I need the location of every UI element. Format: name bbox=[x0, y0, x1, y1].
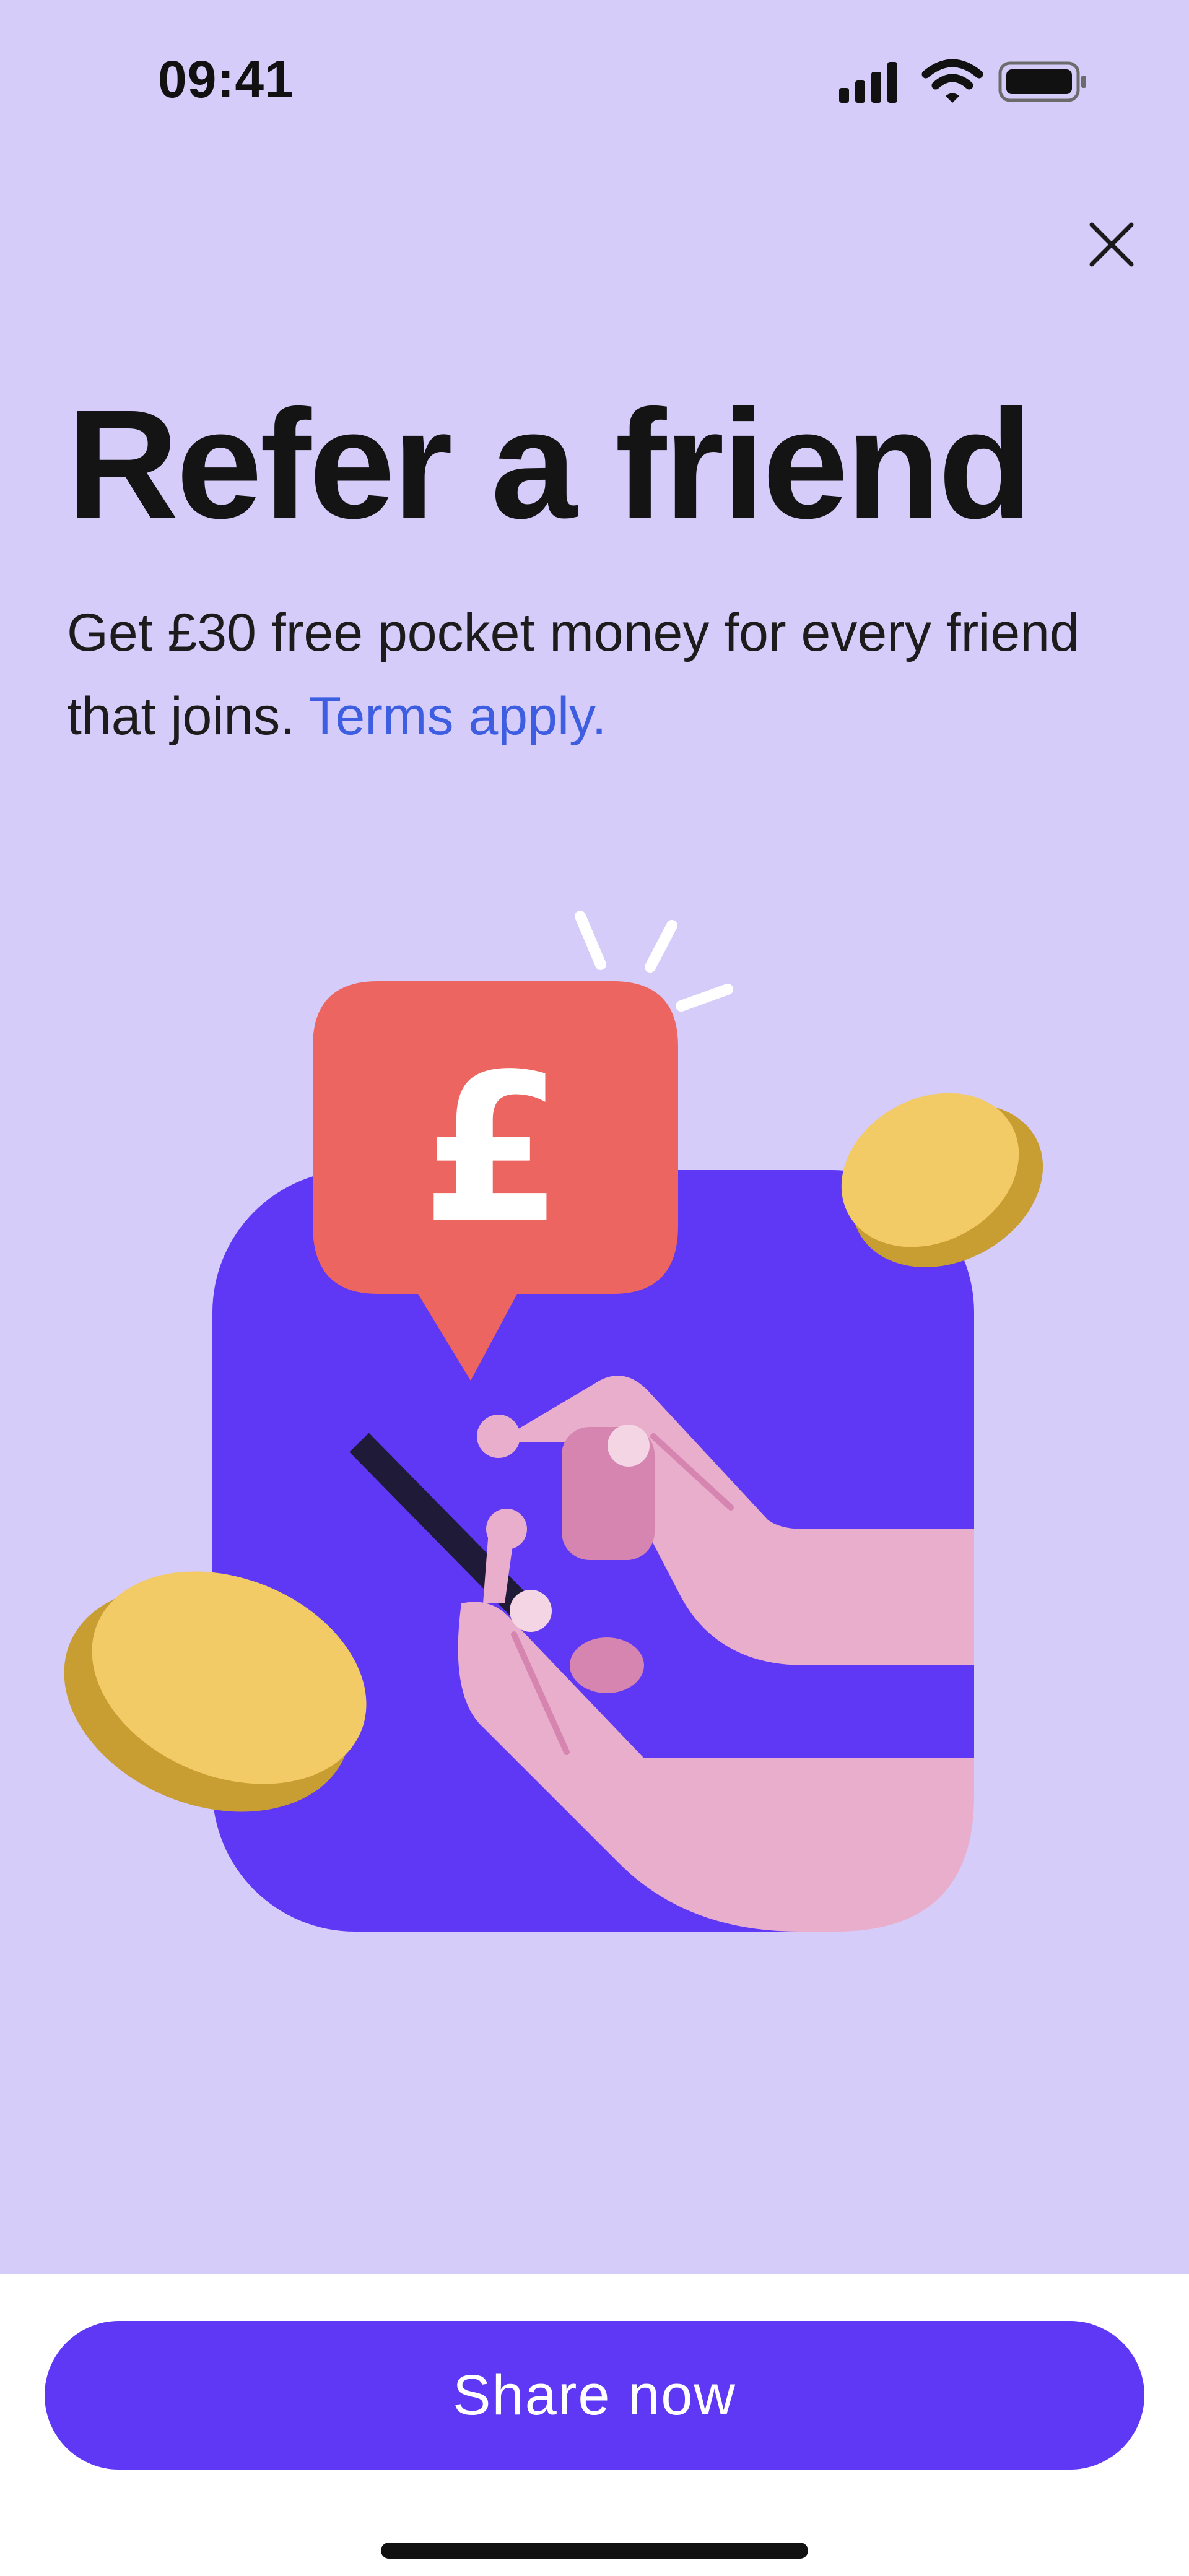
home-indicator bbox=[381, 2543, 808, 2559]
referral-illustration: £ bbox=[64, 911, 1043, 1932]
close-icon bbox=[1089, 222, 1134, 267]
page-title: Refer a friend bbox=[67, 378, 1033, 550]
battery-icon bbox=[998, 61, 1086, 102]
terms-link[interactable]: Terms apply. bbox=[308, 687, 606, 746]
wifi-icon bbox=[921, 59, 983, 103]
footer: Share now bbox=[0, 2274, 1189, 2576]
referral-description: Get £30 free pocket money for every frie… bbox=[67, 591, 1132, 758]
status-bar: 09:41 bbox=[0, 0, 1189, 161]
status-time: 09:41 bbox=[158, 50, 294, 108]
share-now-button[interactable]: Share now bbox=[45, 2321, 1144, 2470]
status-icons bbox=[839, 59, 1086, 103]
pound-icon: £ bbox=[421, 1030, 564, 1268]
close-button[interactable] bbox=[1078, 210, 1146, 279]
hero-section: 09:41 Refer a friend Get £30 free pocket… bbox=[0, 0, 1189, 2274]
signal-icon bbox=[839, 62, 897, 103]
